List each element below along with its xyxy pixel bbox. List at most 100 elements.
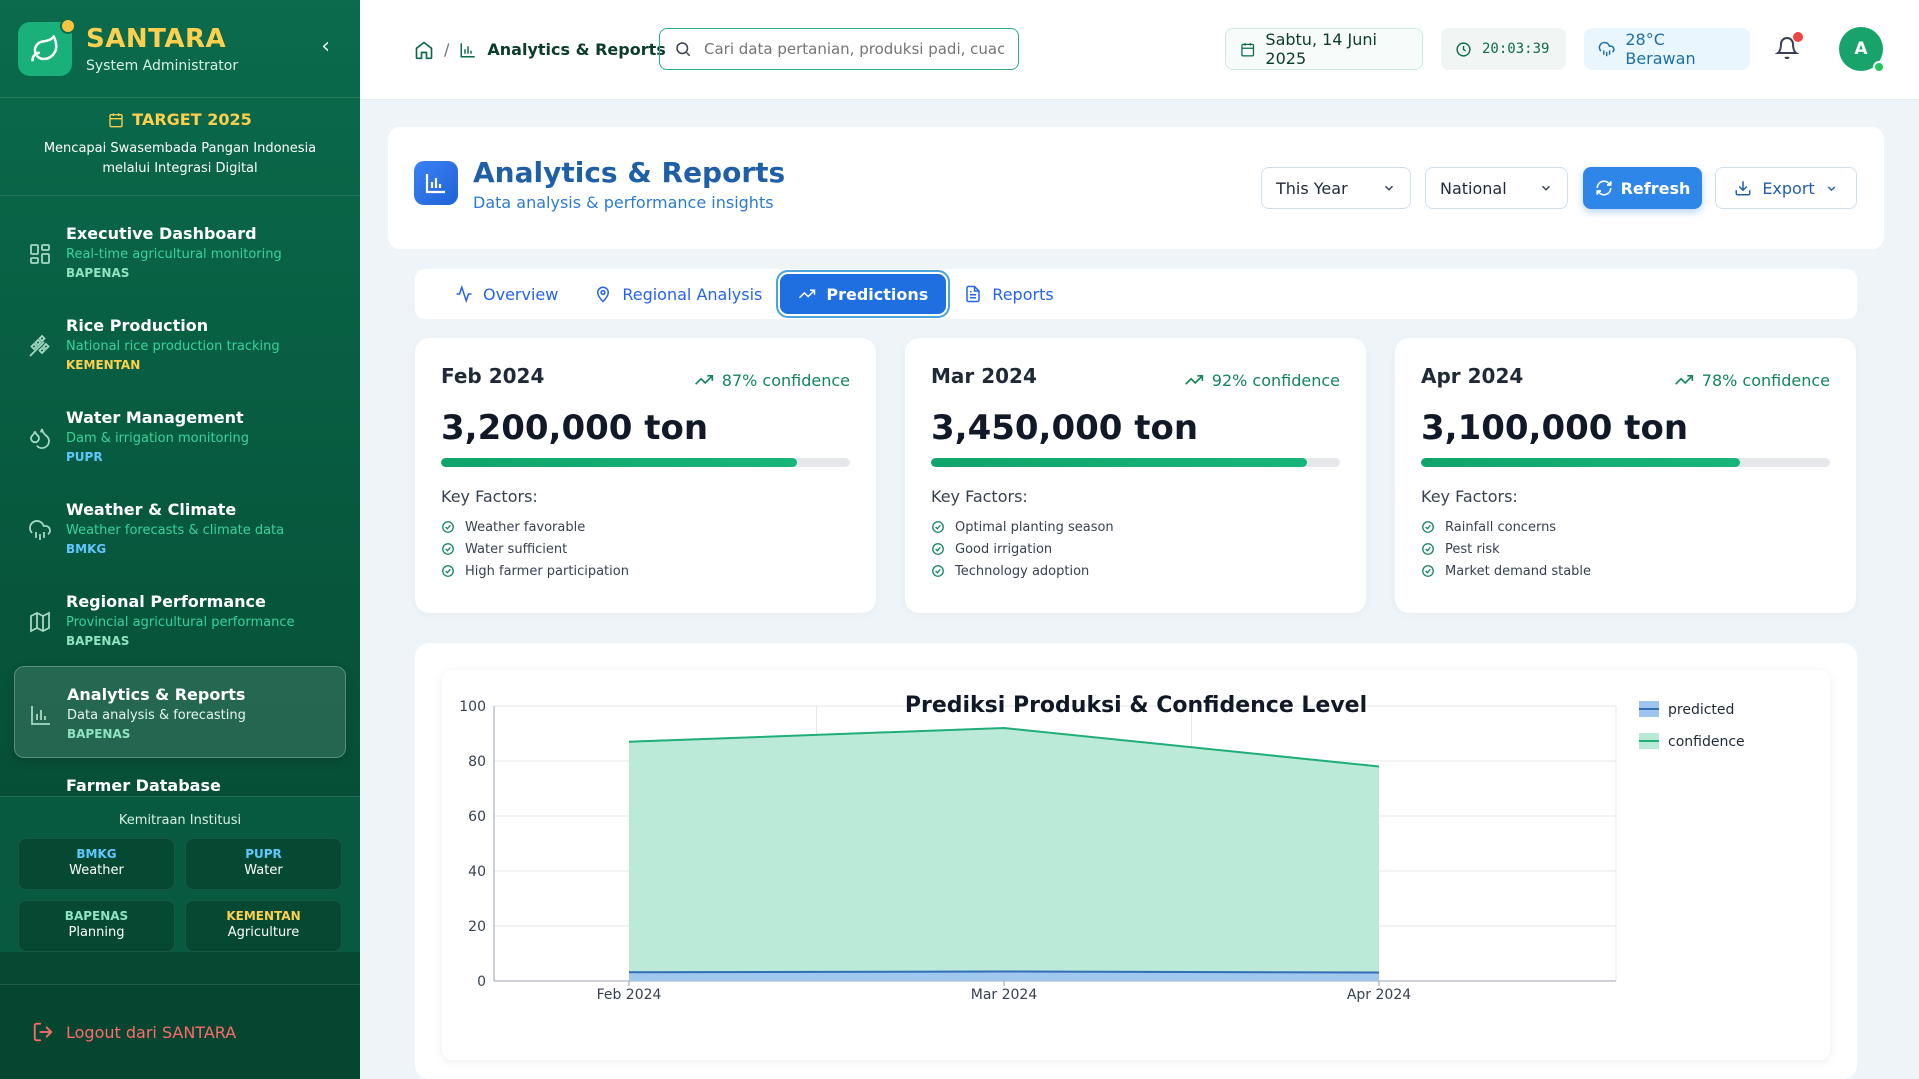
brand: SANTARA System Administrator ‹ [0, 0, 360, 98]
sun-badge-icon [60, 17, 76, 34]
y-tick-label: 100 [459, 699, 486, 715]
list-item: Technology adoption [931, 560, 1340, 582]
avatar-initial: A [1854, 39, 1868, 59]
check-circle-icon [442, 565, 454, 577]
predicted-value: 3,450,000 ton [931, 408, 1199, 448]
list-item: Water sufficient [441, 538, 850, 560]
nav-water-management[interactable]: Water Management Dam & irrigation monito… [14, 390, 346, 482]
collapse-sidebar-icon[interactable]: ‹ [321, 34, 330, 59]
nav-title: Analytics & Reports [67, 685, 246, 704]
trend-up-icon [1674, 375, 1693, 385]
key-factors-list: Weather favorable Water sufficient High … [441, 516, 850, 582]
logout-button[interactable]: Logout dari SANTARA [0, 984, 360, 1079]
area-chart: 0 20 40 60 80 100 Feb 2024 Mar 2024 Apr 2024 Pred… [459, 693, 1744, 1003]
search-input[interactable] [704, 40, 1004, 58]
nav-regional-performance[interactable]: Regional Performance Provincial agricult… [14, 574, 346, 666]
top-bar: / Analytics & Reports Sabtu, 14 Juni 202… [360, 0, 1919, 100]
partner-desc: Weather [69, 863, 124, 878]
nav-title: Water Management [66, 408, 244, 427]
list-item: High farmer participation [441, 560, 850, 582]
nav-subtitle: Provincial agricultural performance [66, 615, 295, 630]
predicted-value: 3,100,000 ton [1421, 408, 1689, 448]
confidence-badge: 92% confidence [1184, 370, 1340, 390]
nav-analytics-reports[interactable]: Analytics & Reports Data analysis & fore… [14, 666, 346, 758]
date-text: Sabtu, 14 Juni 2025 [1265, 30, 1377, 68]
tab-overview[interactable]: Overview [437, 274, 576, 314]
confidence-bar [1421, 458, 1830, 467]
confidence-bar-fill [931, 458, 1308, 467]
page-title: Analytics & Reports [473, 156, 786, 189]
nav-title: Rice Production [66, 316, 209, 335]
prediction-card: Mar 2024 92% confidence 3,450,000 ton Ke… [905, 338, 1366, 613]
check-circle-icon [1422, 521, 1434, 533]
partner-pupr[interactable]: PUPR Water [185, 838, 342, 890]
export-button[interactable]: Export [1715, 167, 1857, 209]
partner-desc: Planning [68, 925, 125, 940]
list-item: Optimal planting season [931, 516, 1340, 538]
trend-up-icon [694, 375, 713, 385]
refresh-button[interactable]: Refresh [1583, 167, 1702, 209]
leaf-logo-icon [18, 17, 76, 76]
check-circle-icon [1422, 543, 1434, 555]
map-pin-icon [597, 286, 610, 303]
target-description: Mencapai Swasembada Pangan Indonesia mel… [43, 141, 317, 176]
partner-bmkg[interactable]: BMKG Weather [18, 838, 175, 890]
scope-value: National [1440, 178, 1507, 198]
online-status-dot [1873, 61, 1885, 73]
nav-rice-production[interactable]: Rice Production National rice production… [14, 298, 346, 390]
y-tick-label: 0 [477, 974, 486, 990]
period-select[interactable]: This Year [1261, 167, 1411, 209]
nav-tag: BMKG [66, 542, 107, 556]
sidebar-nav: Executive Dashboard Real-time agricultur… [0, 196, 360, 791]
x-tick-label: Mar 2024 [971, 987, 1038, 1003]
tab-reports[interactable]: Reports [946, 274, 1071, 314]
analytics-tabs: Overview Regional Analysis Predictions R… [415, 269, 1857, 319]
tab-predictions[interactable]: Predictions [780, 274, 947, 314]
partner-name: BMKG [76, 847, 117, 861]
nav-subtitle: National rice production tracking [66, 339, 280, 354]
tab-label: Reports [992, 284, 1054, 304]
nav-farmer-database[interactable]: Farmer Database [14, 758, 346, 791]
tab-regional-analysis[interactable]: Regional Analysis [576, 274, 780, 314]
nav-weather-climate[interactable]: Weather & Climate Weather forecasts & cl… [14, 482, 346, 574]
check-circle-icon [442, 543, 454, 555]
list-item: Rainfall concerns [1421, 516, 1830, 538]
dashboard-icon [30, 244, 50, 264]
partner-kementan[interactable]: KEMENTAN Agriculture [185, 900, 342, 952]
nav-tag: BAPENAS [66, 634, 130, 648]
confidence-badge: 78% confidence [1674, 370, 1830, 390]
document-icon [966, 285, 981, 303]
page-subtitle: Data analysis & performance insights [473, 193, 774, 212]
home-icon[interactable] [414, 40, 434, 60]
key-factors-list: Optimal planting season Good irrigation … [931, 516, 1340, 582]
partner-bapenas[interactable]: BAPENAS Planning [18, 900, 175, 952]
y-tick-label: 60 [468, 809, 486, 825]
factor-text: Optimal planting season [955, 519, 1114, 535]
check-circle-icon [932, 565, 944, 577]
bar-chart-icon [460, 42, 476, 57]
scope-select[interactable]: National [1425, 167, 1568, 209]
list-item: Pest risk [1421, 538, 1830, 560]
calendar-icon [109, 112, 123, 127]
key-factors-list: Rainfall concerns Pest risk Market deman… [1421, 516, 1830, 582]
nav-executive-dashboard[interactable]: Executive Dashboard Real-time agricultur… [14, 206, 346, 298]
chevron-down-icon [1384, 185, 1394, 191]
partner-name: PUPR [245, 847, 282, 861]
chevron-down-icon [1827, 185, 1835, 191]
confidence-text: 78% confidence [1701, 370, 1830, 390]
trend-up-icon [1184, 375, 1203, 385]
period-value: This Year [1276, 178, 1348, 198]
predicted-value: 3,200,000 ton [441, 408, 709, 448]
logout-icon [33, 1022, 53, 1042]
nav-title: Regional Performance [66, 592, 266, 611]
time-text: 20:03:39 [1482, 41, 1550, 57]
factor-text: Weather favorable [465, 519, 586, 535]
key-factors-label: Key Factors: [931, 487, 1028, 506]
confidence-bar [441, 458, 850, 467]
key-factors-label: Key Factors: [1421, 487, 1518, 506]
partner-desc: Water [244, 863, 283, 878]
notification-bell-icon[interactable] [1774, 32, 1803, 62]
wheat-icon [29, 334, 50, 357]
cloud-rain-icon [1598, 41, 1615, 57]
avatar[interactable]: A [1839, 27, 1885, 73]
